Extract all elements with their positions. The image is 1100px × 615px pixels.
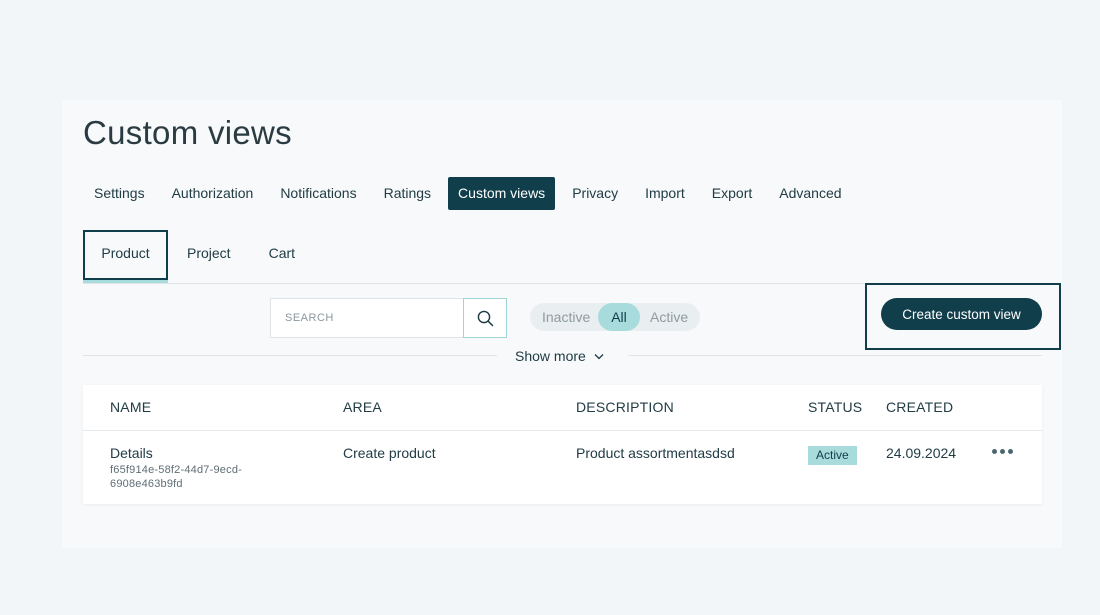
sub-tabs: Product Project Cart: [83, 230, 295, 283]
tab-export[interactable]: Export: [702, 177, 762, 210]
tab-ratings[interactable]: Ratings: [374, 177, 441, 210]
tab-privacy[interactable]: Privacy: [562, 177, 628, 210]
view-id: f65f914e-58f2-44d7-9ecd-6908e463b9fd: [110, 464, 243, 490]
tab-custom-views[interactable]: Custom views: [448, 177, 556, 210]
settings-panel: Custom views Settings Authorization Noti…: [62, 100, 1062, 548]
search-box: [270, 298, 507, 338]
dot: [992, 449, 997, 454]
filter-active[interactable]: Active: [640, 303, 688, 331]
search-button[interactable]: [463, 298, 507, 338]
page-title: Custom views: [83, 114, 292, 151]
create-custom-view-button[interactable]: Create custom view: [881, 298, 1042, 330]
table-row[interactable]: Details f65f914e-58f2-44d7-9ecd-6908e463…: [83, 431, 1042, 503]
chevron-down-icon: [594, 353, 604, 359]
column-header-area[interactable]: AREA: [343, 399, 382, 415]
cell-name: Details f65f914e-58f2-44d7-9ecd-6908e463…: [110, 445, 270, 491]
filter-inactive[interactable]: Inactive: [530, 303, 598, 331]
show-more-toggle[interactable]: Show more: [515, 346, 604, 366]
show-more-divider-left: [83, 355, 497, 356]
column-header-description[interactable]: DESCRIPTION: [576, 399, 674, 415]
table-header: NAME AREA DESCRIPTION STATUS CREATED: [83, 385, 1042, 431]
subtab-cart[interactable]: Cart: [269, 230, 295, 280]
status-badge: Active: [808, 446, 857, 465]
show-more-divider-right: [628, 355, 1042, 356]
tab-authorization[interactable]: Authorization: [162, 177, 264, 210]
cell-status: Active: [808, 445, 857, 465]
subtab-project[interactable]: Project: [187, 230, 231, 280]
subtab-product[interactable]: Product: [83, 230, 168, 283]
search-icon: [477, 310, 493, 326]
dot: [1008, 449, 1013, 454]
search-input[interactable]: [271, 299, 463, 337]
tab-settings[interactable]: Settings: [84, 177, 155, 210]
main-tabs: Settings Authorization Notifications Rat…: [84, 177, 859, 210]
cell-description: Product assortmentasdsd: [576, 445, 735, 461]
tab-notifications[interactable]: Notifications: [270, 177, 366, 210]
column-header-created[interactable]: CREATED: [886, 399, 953, 415]
filter-all[interactable]: All: [598, 303, 640, 331]
status-filter-toggle: Inactive All Active: [530, 303, 700, 331]
cell-created: 24.09.2024: [886, 445, 957, 461]
dot: [1000, 449, 1005, 454]
custom-views-table: NAME AREA DESCRIPTION STATUS CREATED Det…: [83, 385, 1042, 504]
show-more-label: Show more: [515, 348, 586, 364]
view-name[interactable]: Details: [110, 445, 270, 461]
more-horizontal-icon[interactable]: [992, 449, 1013, 454]
column-header-status[interactable]: STATUS: [808, 399, 862, 415]
cell-area: Create product: [343, 445, 436, 461]
column-header-name[interactable]: NAME: [110, 399, 151, 415]
tab-import[interactable]: Import: [635, 177, 695, 210]
tab-advanced[interactable]: Advanced: [769, 177, 851, 210]
